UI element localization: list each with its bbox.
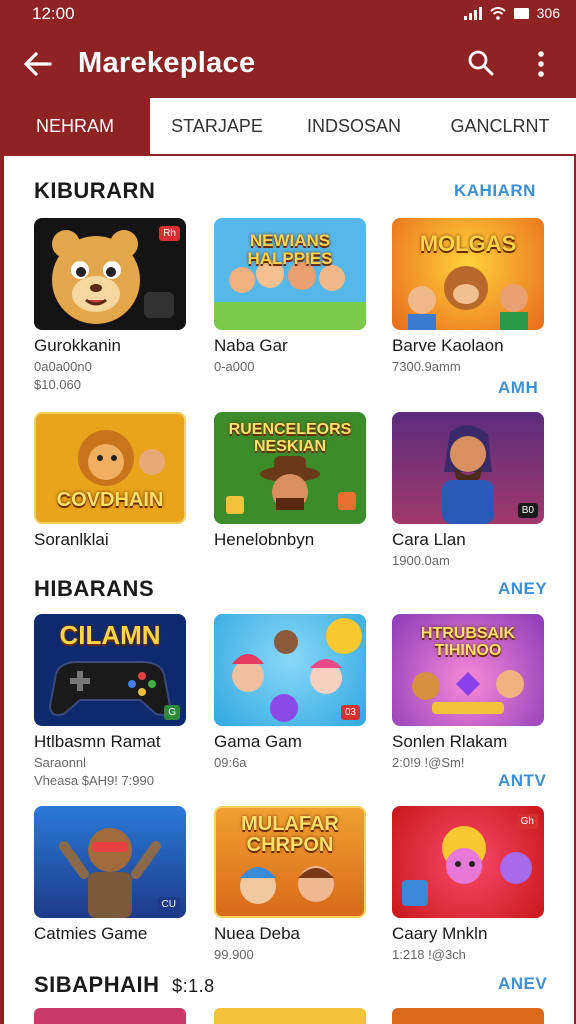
app-card[interactable]: COVDHAIN Soranlklai bbox=[34, 412, 186, 550]
status-icons: 306 bbox=[463, 5, 560, 21]
wifi-icon bbox=[489, 6, 506, 20]
app-thumbnail: B0 bbox=[392, 412, 544, 524]
app-banner-text: CILAMN bbox=[59, 620, 161, 650]
app-meta: 0a0a00n0 bbox=[34, 359, 92, 374]
app-meta: 0-a000 bbox=[214, 359, 255, 374]
app-name: Soranlklai bbox=[34, 530, 109, 549]
app-card[interactable]: B0 Cara Llan 1900.0am bbox=[392, 412, 544, 568]
status-bar: 12:00 306 bbox=[0, 0, 576, 30]
app-badge: 03 bbox=[340, 705, 360, 720]
app-meta: Saraonnl bbox=[34, 755, 87, 770]
app-name: Gurokkanin bbox=[34, 336, 121, 355]
search-icon[interactable] bbox=[467, 49, 495, 77]
app-thumbnail: HTRUBSAIK TIHINOO bbox=[392, 614, 544, 726]
app-name: Barve Kaolaon bbox=[392, 336, 504, 355]
app-badge: Gh bbox=[516, 814, 538, 829]
app-thumbnail: RUENCELEORS NESKIAN bbox=[214, 412, 366, 524]
app-name: Gama Gam bbox=[214, 732, 302, 751]
app-meta: 1:218 !@3ch bbox=[392, 947, 466, 962]
app-badge: B0 bbox=[517, 503, 538, 518]
marketplace-content: KIBURARN KAHIARN Rh Gurokkanin 0a0a00n0 … bbox=[4, 156, 574, 1024]
app-card-partial[interactable] bbox=[392, 1008, 544, 1024]
app-bar: Marekeplace bbox=[0, 30, 576, 98]
app-banner-text: NEWIANS HALPPIES bbox=[247, 231, 333, 268]
more-vert-icon[interactable] bbox=[530, 48, 552, 80]
app-card-partial[interactable] bbox=[34, 1008, 186, 1024]
app-name: Caary Mnkln bbox=[392, 924, 488, 943]
app-banner-text: HTRUBSAIK TIHINOO bbox=[420, 625, 516, 659]
app-card[interactable]: CILAMN G Htlbasmn Ramat Saraonnl Vheasa … bbox=[34, 614, 186, 788]
tab-ganclrnt[interactable]: GANCLRNT bbox=[428, 98, 572, 154]
app-name: Htlbasmn Ramat bbox=[34, 732, 161, 751]
row-more-link[interactable]: AMH bbox=[498, 378, 538, 398]
app-meta: 1900.0am bbox=[392, 553, 450, 568]
page-title: Marekeplace bbox=[78, 47, 256, 79]
app-banner-text: RUENCELEORS NESKIAN bbox=[228, 421, 352, 455]
app-thumbnail: 03 bbox=[214, 614, 366, 726]
app-badge: G bbox=[164, 705, 180, 720]
app-price: $10.060 bbox=[34, 377, 81, 392]
app-name: Naba Gar bbox=[214, 336, 288, 355]
status-value: 306 bbox=[536, 5, 560, 21]
app-name: Sonlen Rlakam bbox=[392, 732, 508, 751]
app-card[interactable]: HTRUBSAIK TIHINOO Sonlen Rlakam 2:0!9 !@… bbox=[392, 614, 544, 770]
row-more-link[interactable]: ANTV bbox=[498, 771, 546, 791]
tab-nehram[interactable]: NEHRAM bbox=[0, 98, 150, 154]
app-badge: CU bbox=[157, 897, 180, 912]
section-more-link[interactable]: ANEY bbox=[498, 579, 547, 599]
app-card[interactable]: CU Catmies Game bbox=[34, 806, 186, 944]
app-name: Cara Llan bbox=[392, 530, 466, 549]
app-card[interactable]: Gh Caary Mnkln 1:218 !@3ch bbox=[392, 806, 544, 962]
app-thumbnail: CILAMN G bbox=[34, 614, 186, 726]
app-thumbnail: Rh bbox=[34, 218, 186, 330]
status-time: 12:00 bbox=[32, 4, 75, 23]
section-title: KIBURARN bbox=[34, 178, 156, 203]
app-banner-text: COVDHAIN bbox=[56, 489, 164, 511]
app-name: Catmies Game bbox=[34, 924, 148, 943]
section-title: SIBAPHAIH $:1.8 bbox=[34, 972, 215, 998]
app-meta: 7300.9amm bbox=[392, 359, 461, 374]
app-meta: 09:6a bbox=[214, 755, 247, 770]
app-thumbnail: NEWIANS HALPPIES bbox=[214, 218, 366, 330]
battery-icon bbox=[513, 7, 529, 19]
app-price: Vheasa $AH9! 7:990 bbox=[34, 773, 154, 788]
app-thumbnail: MOLGAS bbox=[392, 218, 544, 330]
app-thumbnail: Gh bbox=[392, 806, 544, 918]
app-thumbnail: MULAFAR CHRPON bbox=[214, 806, 366, 918]
signal-icon bbox=[463, 6, 482, 20]
app-card[interactable]: MULAFAR CHRPON Nuea Deba 99.900 bbox=[214, 806, 366, 962]
app-card[interactable]: Rh Gurokkanin 0a0a00n0 $10.060 bbox=[34, 218, 186, 392]
app-meta: 99.900 bbox=[214, 947, 254, 962]
app-card[interactable]: MOLGAS Barve Kaolaon 7300.9amm bbox=[392, 218, 544, 374]
app-card[interactable]: NEWIANS HALPPIES Naba Gar 0-a000 bbox=[214, 218, 366, 374]
tab-starjape[interactable]: STARJAPE bbox=[152, 98, 282, 154]
app-name: Nuea Deba bbox=[214, 924, 301, 943]
section-more-link[interactable]: ANEV bbox=[498, 974, 547, 994]
app-thumbnail: CU bbox=[34, 806, 186, 918]
section-title: HIBARANS bbox=[34, 576, 155, 601]
section-more-link[interactable]: KAHIARN bbox=[454, 181, 536, 201]
tab-indsosan[interactable]: INDSOSAN bbox=[284, 98, 424, 154]
app-card-partial[interactable] bbox=[214, 1008, 366, 1024]
section-count: $:1.8 bbox=[172, 976, 215, 996]
back-arrow-icon[interactable] bbox=[22, 50, 54, 78]
app-card[interactable]: 03 Gama Gam 09:6a bbox=[214, 614, 366, 770]
tab-bar: NEHRAM STARJAPE INDSOSAN GANCLRNT bbox=[0, 98, 576, 154]
app-name: Henelobnbyn bbox=[214, 530, 315, 549]
app-banner-text: MULAFAR CHRPON bbox=[241, 813, 339, 856]
app-card[interactable]: RUENCELEORS NESKIAN Henelobnbyn bbox=[214, 412, 366, 550]
app-banner-text: MOLGAS bbox=[419, 231, 517, 256]
app-badge: Rh bbox=[159, 226, 180, 241]
app-thumbnail: COVDHAIN bbox=[34, 412, 186, 524]
app-meta: 2:0!9 !@Sm! bbox=[392, 755, 465, 770]
section-title-text: SIBAPHAIH bbox=[34, 972, 160, 997]
